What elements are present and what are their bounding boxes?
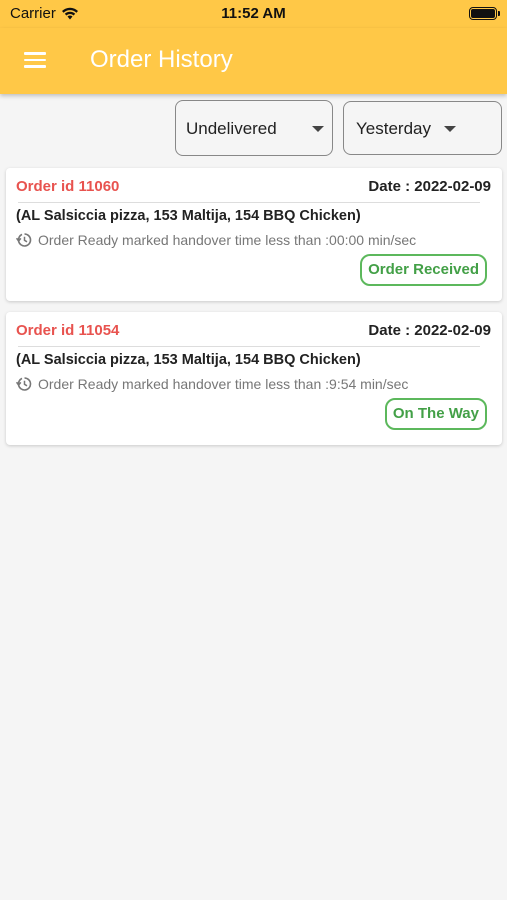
order-id: Order id 11054 (16, 322, 120, 339)
handover-note-text: Order Ready marked handover time less th… (38, 376, 409, 392)
order-card[interactable]: Order id 11060 Date : 2022-02-09 (AL Sal… (6, 168, 502, 301)
page-title: Order History (90, 46, 233, 73)
order-date: Date : 2022-02-09 (368, 178, 491, 195)
dropdown-arrow-icon (444, 126, 456, 132)
order-id: Order id 11060 (16, 178, 120, 195)
status-time: 11:52 AM (221, 5, 286, 22)
order-status-badge[interactable]: Order Received (360, 254, 487, 286)
status-bar: Carrier 11:52 AM (0, 0, 507, 28)
battery-icon (469, 7, 500, 20)
history-icon (16, 233, 32, 247)
order-items: (AL Salsiccia pizza, 153 Maltija, 154 BB… (16, 208, 361, 224)
order-date: Date : 2022-02-09 (368, 322, 491, 339)
date-filter-value: Yesterday (356, 119, 431, 138)
hamburger-menu-icon[interactable] (24, 52, 46, 68)
order-card[interactable]: Order id 11054 Date : 2022-02-09 (AL Sal… (6, 312, 502, 445)
dropdown-arrow-icon (312, 126, 324, 132)
handover-note: Order Ready marked handover time less th… (16, 232, 416, 248)
app-bar: Order History (0, 28, 507, 94)
order-items: (AL Salsiccia pizza, 153 Maltija, 154 BB… (16, 352, 361, 368)
order-status-badge[interactable]: On The Way (384, 398, 487, 430)
status-filter-dropdown[interactable]: Undelivered (175, 100, 333, 156)
handover-note-text: Order Ready marked handover time less th… (38, 232, 417, 248)
status-filter-value: Undelivered (186, 119, 277, 138)
date-filter-dropdown[interactable]: Yesterday (343, 101, 502, 155)
divider (18, 346, 480, 347)
divider (18, 202, 480, 203)
handover-note: Order Ready marked handover time less th… (16, 376, 408, 392)
history-icon (16, 377, 32, 391)
